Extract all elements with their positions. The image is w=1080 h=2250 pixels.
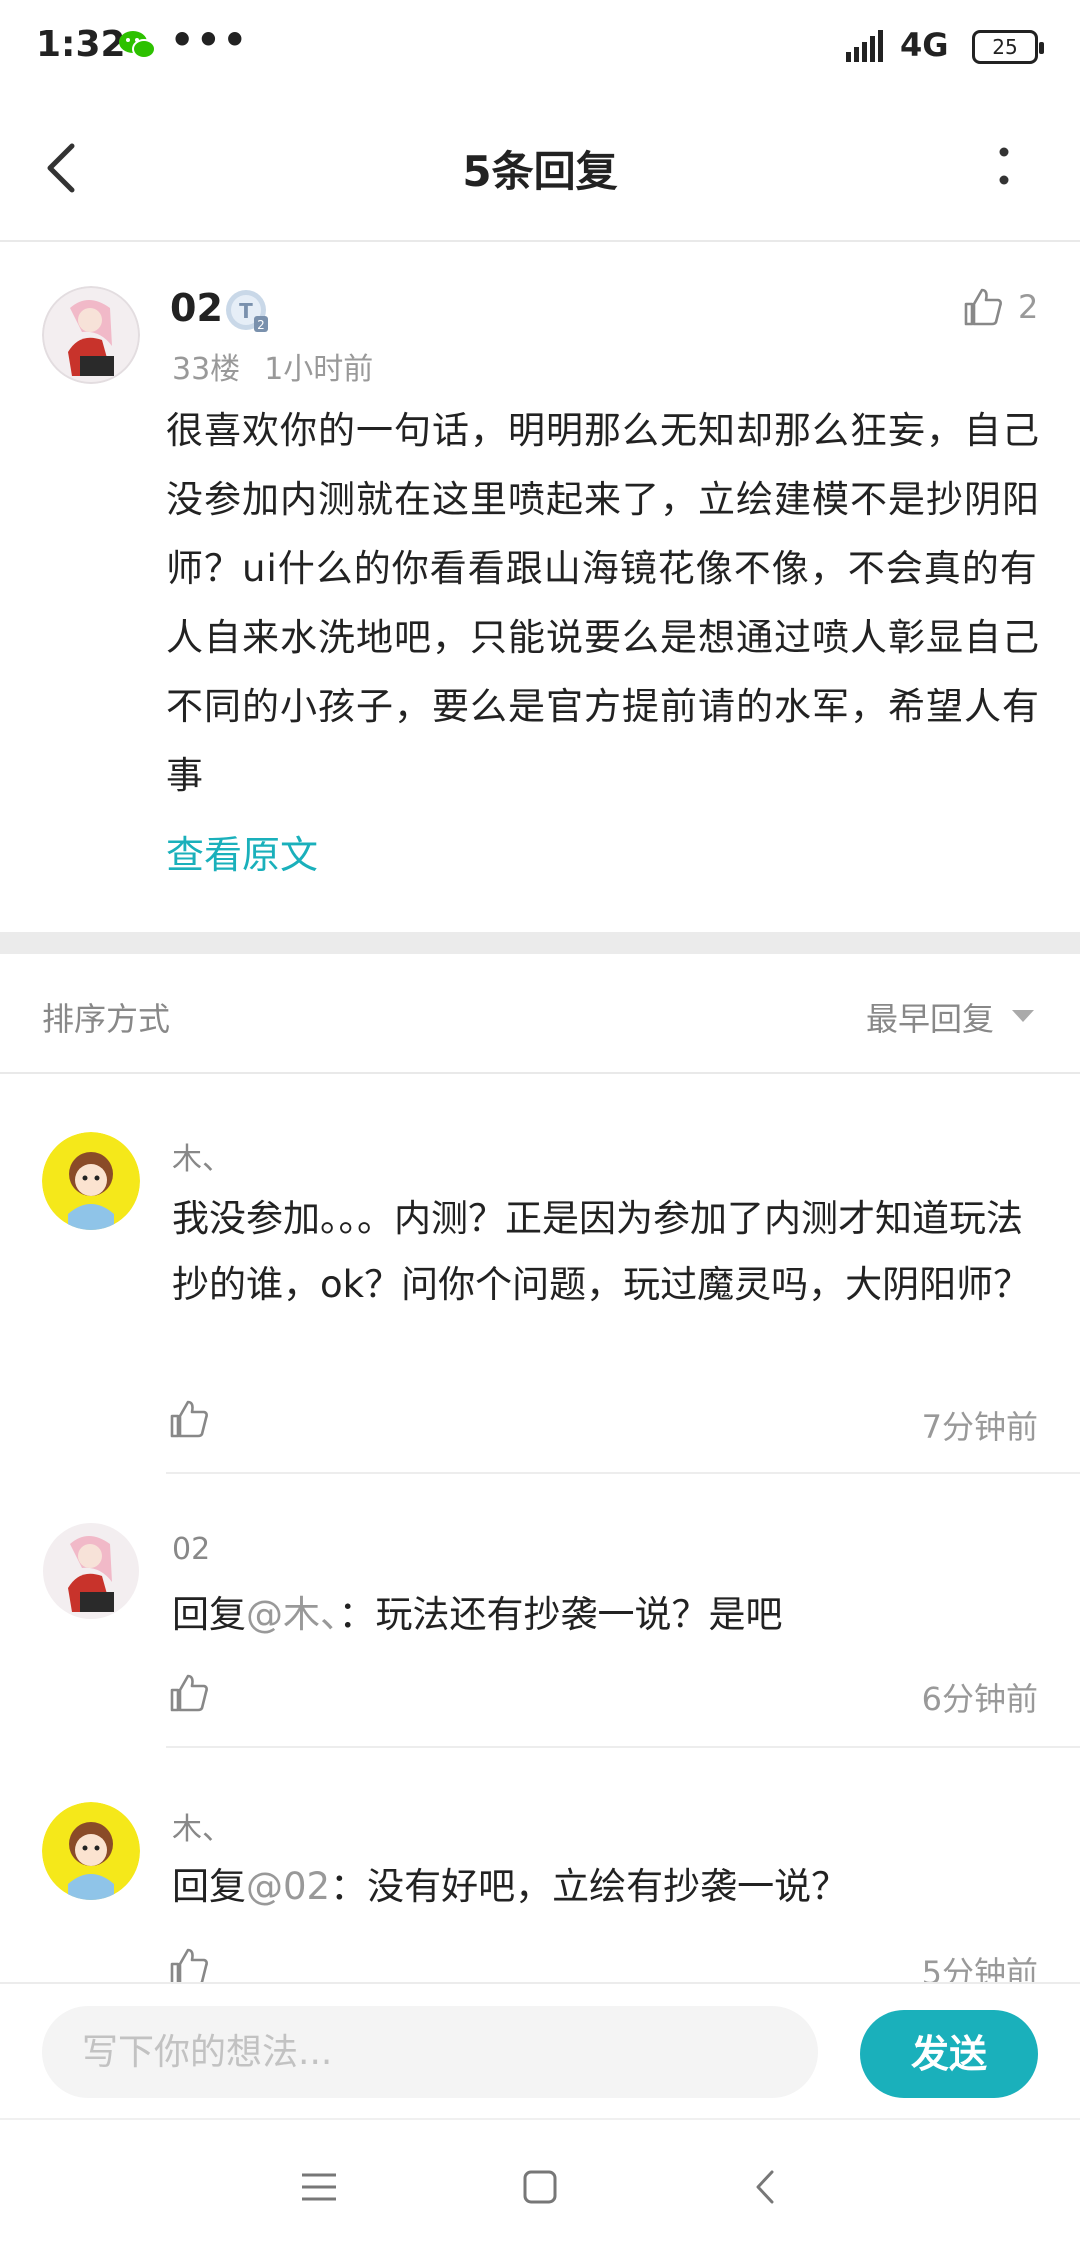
top-nav-bar: 5条回复 — [0, 96, 1080, 242]
reply-content: 回复@02：没有好吧，立绘有抄袭一说？ — [172, 1854, 1042, 1920]
reply-text: ：没有好吧，立绘有抄袭一说？ — [330, 1865, 849, 1908]
user-avatar[interactable] — [42, 1132, 140, 1230]
post-time: 1小时前 — [264, 352, 374, 387]
battery-icon: 25 — [972, 30, 1044, 64]
status-bar: 1:32 ••• 4G 25 — [0, 0, 1080, 96]
network-type: 4G — [900, 26, 949, 64]
user-avatar[interactable] — [42, 286, 140, 384]
send-button[interactable]: 发送 — [860, 2010, 1038, 2098]
thumbs-up-icon[interactable] — [168, 1398, 210, 1440]
user-avatar[interactable] — [42, 1802, 140, 1900]
post-like-count: 2 — [1018, 288, 1039, 326]
dropdown-arrow-icon[interactable] — [1012, 1010, 1034, 1022]
sort-dropdown[interactable]: 最早回复 — [866, 994, 994, 1040]
post-username[interactable]: 02 — [170, 286, 223, 330]
more-options-icon[interactable] — [988, 140, 1020, 196]
reply-prefix: 回复 — [172, 1593, 246, 1636]
reply-time: 7分钟前 — [921, 1408, 1038, 1446]
reply-content: 我没参加。。。内测？正是因为参加了内测才知道玩法抄的谁，ok？问你个问题，玩过魔… — [172, 1186, 1042, 1318]
post-meta: 33楼 1小时前 — [172, 344, 397, 388]
post-content: 很喜欢你的一句话，明明那么无知却那么狂妄，自己没参加内测就在这里喷起来了，立绘建… — [166, 409, 1040, 797]
menu-icon[interactable] — [294, 2162, 344, 2212]
back-icon[interactable] — [742, 2162, 792, 2212]
reply-text: ：玩法还有抄袭一说？是吧 — [338, 1593, 783, 1636]
home-icon[interactable] — [515, 2162, 565, 2212]
level-badge-icon: T 2 — [226, 290, 268, 332]
svg-text:T: T — [239, 299, 253, 323]
comment-input[interactable] — [42, 2006, 818, 2098]
svg-text:2: 2 — [257, 318, 265, 332]
original-comment: 02 T 2 33楼 1小时前 2 很喜欢你的一句话，明明那么无知却那么狂妄，自己… — [0, 242, 1080, 932]
sort-label: 排序方式 — [42, 1000, 171, 1038]
reply-divider — [166, 1746, 1080, 1748]
reply-text: 我没参加。。。内测？正是因为参加了内测才知道玩法抄的谁，ok？问你个问题，玩过魔… — [172, 1197, 1031, 1306]
signal-icon — [846, 30, 883, 62]
reply-username[interactable]: 02 — [172, 1532, 210, 1567]
thumbs-up-icon[interactable] — [168, 1672, 210, 1714]
wechat-icon — [119, 31, 156, 59]
system-nav-bar — [0, 2118, 1080, 2250]
reply-divider — [166, 1472, 1080, 1474]
page-title: 5条回复 — [462, 147, 618, 196]
reply-username[interactable]: 木、 — [172, 1134, 232, 1178]
reply-prefix: 回复 — [172, 1865, 246, 1908]
reply-mention[interactable]: @02 — [246, 1865, 330, 1908]
notification-more-icon: ••• — [170, 18, 249, 62]
comment-composer: 发送 — [0, 1982, 1080, 2120]
status-time: 1:32 — [36, 24, 126, 65]
thumbs-up-icon[interactable] — [962, 286, 1004, 328]
view-original-link[interactable]: 查看原文 — [166, 824, 318, 879]
floor-number: 33楼 — [172, 352, 241, 387]
reply-time: 6分钟前 — [921, 1680, 1038, 1718]
reply-mention[interactable]: @木、 — [246, 1593, 339, 1636]
reply-username[interactable]: 木、 — [172, 1804, 232, 1848]
reply-content: 回复@木、：玩法还有抄袭一说？是吧 — [172, 1582, 1042, 1648]
user-avatar[interactable] — [42, 1522, 140, 1620]
sort-bar: 排序方式 最早回复 — [0, 954, 1080, 1074]
section-divider — [0, 932, 1080, 954]
